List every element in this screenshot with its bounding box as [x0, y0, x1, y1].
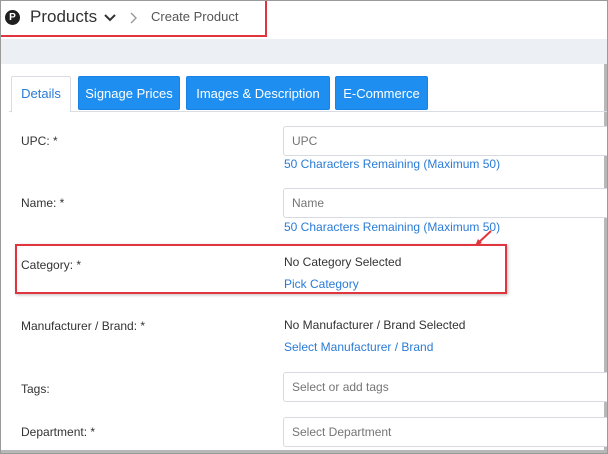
tags-input[interactable] — [283, 372, 607, 402]
upc-helper-text: 50 Characters Remaining (Maximum 50) — [284, 157, 501, 171]
manufacturer-value: No Manufacturer / Brand Selected — [284, 318, 466, 332]
header-band — [1, 39, 607, 64]
tab-signage-prices[interactable]: Signage Prices — [78, 76, 180, 110]
app-window: P Products Create Product Details Signag… — [0, 0, 608, 454]
name-label: Name: * — [21, 196, 65, 210]
tab-ecommerce[interactable]: E-Commerce — [335, 76, 428, 110]
upc-label: UPC: * — [21, 134, 58, 148]
name-input[interactable] — [283, 188, 607, 218]
highlight-box-category — [15, 244, 507, 294]
tab-details[interactable]: Details — [11, 76, 71, 113]
department-select[interactable] — [283, 417, 607, 447]
name-helper-text: 50 Characters Remaining (Maximum 50) — [284, 220, 501, 234]
select-manufacturer-link[interactable]: Select Manufacturer / Brand — [284, 340, 433, 354]
tags-label: Tags: — [21, 382, 50, 396]
tab-bar: Details Signage Prices Images & Descript… — [9, 76, 607, 113]
manufacturer-label: Manufacturer / Brand: * — [21, 319, 146, 333]
top-bar: P Products Create Product — [1, 1, 607, 39]
highlight-box-breadcrumb — [1, 1, 267, 37]
arrow-icon — [475, 230, 492, 246]
department-label: Department: * — [21, 425, 96, 439]
upc-input[interactable] — [283, 126, 607, 156]
tab-images-description[interactable]: Images & Description — [186, 76, 330, 110]
